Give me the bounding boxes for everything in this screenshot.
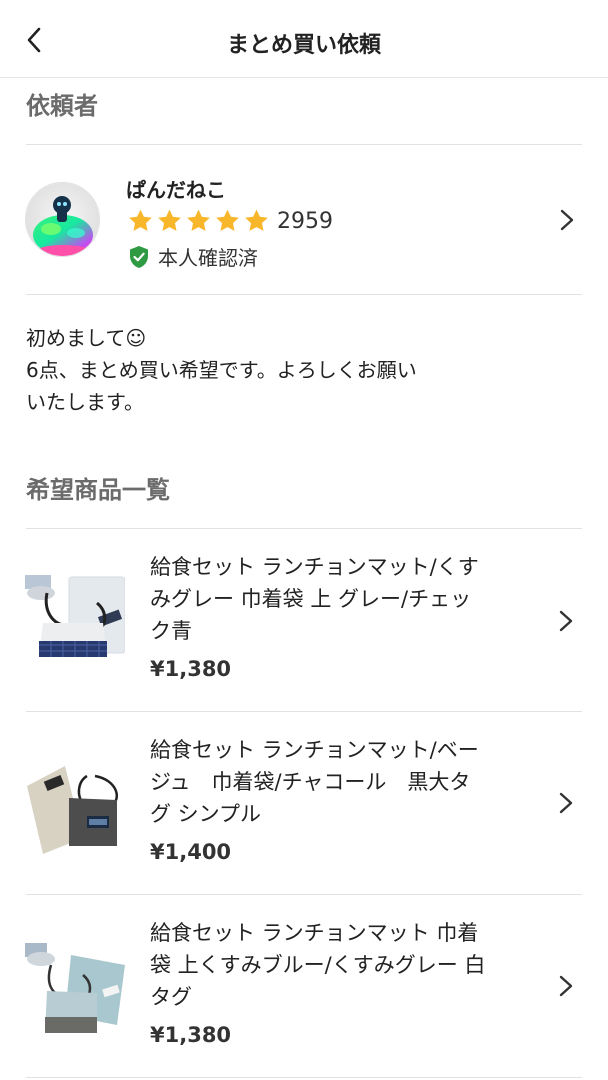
message-line: 6点、まとめ買い希望です。よろしくお願い	[26, 358, 417, 382]
product-title-line: みグレー 巾着袋 上 グレー/チェッ	[150, 587, 472, 611]
divider	[26, 144, 582, 145]
product-thumbnail	[25, 563, 126, 673]
rating-count: 2959	[277, 208, 333, 234]
star-icon	[216, 209, 239, 231]
product-title-line: グ シンプル	[150, 802, 262, 826]
product-title-line: ジュ 巾着袋/チャコール 黒大タ	[150, 770, 471, 794]
product-thumbnail	[25, 929, 125, 1039]
product-title: 給食セット ランチョンマット/くす みグレー 巾着袋 上 グレー/チェッ ク青	[150, 551, 530, 647]
chevron-right-icon	[559, 792, 573, 814]
page-title: まとめ買い依頼	[226, 33, 381, 58]
list-item-product[interactable]: 給食セット ランチョンマット/ベー ジュ 巾着袋/チャコール 黒大タ グ シンプ…	[0, 712, 608, 894]
request-message: 初めまして☺︎ 6点、まとめ買い希望です。よろしくお願い いたします。	[26, 322, 506, 418]
chevron-right-icon	[559, 975, 573, 997]
product-title-line: 給食セット ランチョンマット 巾着	[150, 921, 479, 945]
items-section-title: 希望商品一覧	[26, 476, 170, 504]
message-line: 初めまして☺︎	[26, 326, 147, 350]
rating: 2959	[126, 206, 333, 236]
star-icon	[129, 209, 152, 231]
avatar	[25, 182, 100, 257]
product-title: 給食セット ランチョンマット/ベー ジュ 巾着袋/チャコール 黒大タ グ シンプ…	[150, 734, 530, 830]
divider	[26, 1077, 582, 1078]
header-bar: まとめ買い依頼	[0, 0, 608, 78]
product-title-line: タグ	[150, 985, 192, 1009]
product-price: ¥1,380	[150, 657, 232, 681]
product-thumbnail	[25, 746, 125, 856]
verified-badge: 本人確認済	[128, 242, 258, 271]
rating-stars	[126, 207, 271, 235]
app-screen: まとめ買い依頼 依頼者 ぱんだねこ 2959 本人確認済 初めまして☺︎ 6点、…	[0, 0, 608, 1080]
requester-name: ぱんだねこ	[126, 178, 226, 202]
divider	[26, 294, 582, 295]
chevron-right-icon	[559, 610, 573, 632]
list-item-product[interactable]: 給食セット ランチョンマット 巾着 袋 上くすみブルー/くすみグレー 白 タグ …	[0, 895, 608, 1077]
message-line: いたします。	[26, 390, 144, 414]
product-price: ¥1,400	[150, 840, 232, 864]
product-price: ¥1,380	[150, 1023, 232, 1047]
star-icon	[187, 209, 210, 231]
star-icon	[245, 209, 268, 231]
product-title: 給食セット ランチョンマット 巾着 袋 上くすみブルー/くすみグレー 白 タグ	[150, 917, 530, 1013]
list-item-product[interactable]: 給食セット ランチョンマット/くす みグレー 巾着袋 上 グレー/チェッ ク青 …	[0, 529, 608, 711]
verified-label: 本人確認済	[158, 246, 258, 270]
product-title-line: 給食セット ランチョンマット/ベー	[150, 738, 479, 762]
product-title-line: 給食セット ランチョンマット/くす	[150, 555, 479, 579]
star-icon	[158, 209, 181, 231]
requester-section-title: 依頼者	[26, 92, 98, 120]
shield-check-icon	[130, 245, 148, 268]
product-title-line: ク青	[150, 619, 192, 643]
requester-profile-row[interactable]: ぱんだねこ 2959 本人確認済	[0, 146, 608, 294]
product-title-line: 袋 上くすみブルー/くすみグレー 白	[150, 953, 486, 977]
chevron-right-icon	[560, 209, 574, 231]
